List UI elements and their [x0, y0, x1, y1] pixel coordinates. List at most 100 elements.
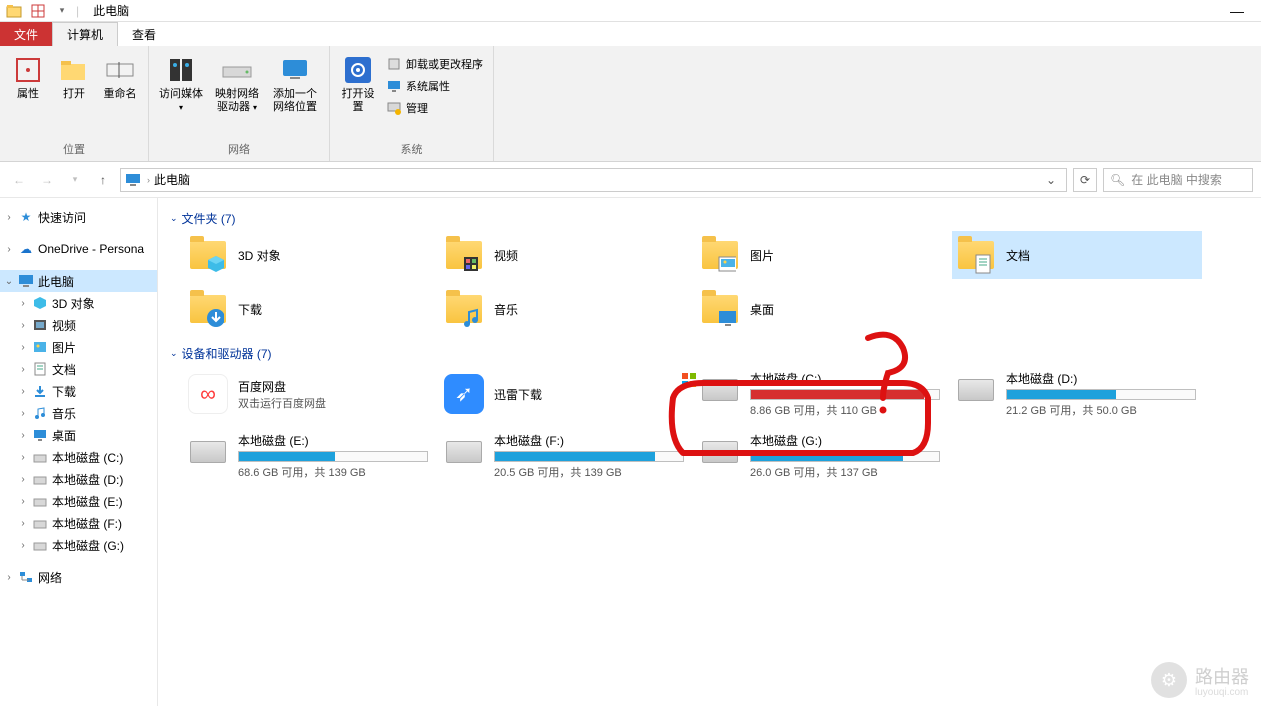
folder-item[interactable]: 图片 — [696, 231, 946, 279]
tree-node-icon — [32, 427, 48, 443]
tab-computer[interactable]: 计算机 — [52, 22, 118, 46]
qat-properties-icon[interactable] — [28, 2, 48, 20]
address-dropdown[interactable]: ⌄ — [1040, 173, 1062, 187]
drive-name: 本地磁盘 (C:) — [750, 370, 942, 387]
tree-item[interactable]: ›图片 — [0, 336, 157, 358]
folder-item[interactable]: 音乐 — [440, 285, 690, 333]
app-shortcut[interactable]: ∞百度网盘双击运行百度网盘 — [184, 366, 434, 422]
folder-icon — [700, 236, 740, 274]
ribbon-group-system: 打开设置 卸载或更改程序 系统属性 管理 系统 — [330, 46, 494, 161]
tree-item[interactable]: ›下载 — [0, 380, 157, 402]
rename-button[interactable]: 重命名 — [98, 52, 142, 103]
drive-usage-text: 26.0 GB 可用，共 137 GB — [750, 464, 942, 480]
tree-network[interactable]: ›网络 — [0, 566, 157, 588]
drive-usage-text: 68.6 GB 可用，共 139 GB — [238, 464, 430, 480]
manage-button[interactable]: 管理 — [386, 98, 483, 118]
uninstall-programs-button[interactable]: 卸载或更改程序 — [386, 54, 483, 74]
tree-item[interactable]: ›本地磁盘 (G:) — [0, 534, 157, 556]
drive-item[interactable]: 本地磁盘 (E:) 68.6 GB 可用，共 139 GB — [184, 428, 434, 484]
app-label: 百度网盘 — [238, 378, 326, 395]
uninstall-icon — [386, 56, 402, 72]
qat-dropdown-icon[interactable]: ▾ — [52, 2, 72, 20]
access-media-button[interactable]: 访问媒体 ▾ — [155, 52, 207, 116]
tree-item[interactable]: ›音乐 — [0, 402, 157, 424]
tree-item[interactable]: ›3D 对象 — [0, 292, 157, 314]
tree-item[interactable]: ›视频 — [0, 314, 157, 336]
properties-button[interactable]: 属性 — [6, 52, 50, 103]
folder-label: 视频 — [494, 247, 518, 264]
tree-quick-access[interactable]: ›★快速访问 — [0, 206, 157, 228]
router-icon: ⚙ — [1151, 662, 1187, 698]
separator: | — [76, 4, 79, 18]
folder-open-icon — [58, 54, 90, 86]
ribbon-group-label: 网络 — [155, 139, 323, 161]
app-sub: 双击运行百度网盘 — [238, 395, 326, 411]
tree-node-icon — [32, 339, 48, 355]
section-folders-header[interactable]: ⌄文件夹 (7) — [170, 206, 1249, 231]
ribbon: 属性 打开 重命名 位置 访问媒体 ▾ 映射网络驱动器 ▾ — [0, 46, 1261, 162]
gear-icon — [342, 54, 374, 86]
drive-item[interactable]: 本地磁盘 (C:)8.86 GB 可用，共 110 GB — [696, 366, 946, 422]
folder-item[interactable]: 3D 对象 — [184, 231, 434, 279]
minimize-button[interactable]: — — [1225, 2, 1249, 20]
tree-node-icon — [32, 405, 48, 421]
open-button[interactable]: 打开 — [52, 52, 96, 103]
map-drive-button[interactable]: 映射网络驱动器 ▾ — [209, 52, 265, 116]
search-icon: 🔍︎ — [1110, 173, 1125, 187]
titlebar: ▾ | 此电脑 — — [0, 0, 1261, 22]
media-stack-icon — [165, 54, 197, 86]
app-icon: ➶ — [444, 374, 484, 414]
tree-item[interactable]: ›本地磁盘 (D:) — [0, 468, 157, 490]
tree-item[interactable]: ›桌面 — [0, 424, 157, 446]
ribbon-group-label: 系统 — [336, 139, 487, 161]
tree-thispc[interactable]: ⌄此电脑 — [0, 270, 157, 292]
address-bar[interactable]: › 此电脑 ⌄ — [120, 168, 1067, 192]
add-network-location-button[interactable]: 添加一个网络位置 — [267, 52, 323, 116]
refresh-button[interactable]: ⟳ — [1073, 168, 1097, 192]
tree-item[interactable]: ›本地磁盘 (E:) — [0, 490, 157, 512]
tab-file[interactable]: 文件 — [0, 22, 52, 46]
drive-icon — [188, 432, 228, 472]
drive-name: 本地磁盘 (E:) — [238, 432, 430, 449]
search-box[interactable]: 🔍︎ 在 此电脑 中搜索 — [1103, 168, 1253, 192]
drive-name: 本地磁盘 (G:) — [750, 432, 942, 449]
folder-item[interactable]: 桌面 — [696, 285, 946, 333]
tree-node-icon — [32, 493, 48, 509]
qat-explorer-icon[interactable] — [4, 2, 24, 20]
drive-usage-bar — [750, 451, 940, 462]
drive-item[interactable]: 本地磁盘 (F:)20.5 GB 可用，共 139 GB — [440, 428, 690, 484]
drive-item[interactable]: 本地磁盘 (G:) 26.0 GB 可用，共 137 GB — [696, 428, 946, 484]
folder-item[interactable]: 下载 — [184, 285, 434, 333]
tree-onedrive[interactable]: ›☁OneDrive - Persona — [0, 238, 157, 260]
drive-item[interactable]: 本地磁盘 (D:)21.2 GB 可用，共 50.0 GB — [952, 366, 1202, 422]
drive-usage-bar — [1006, 389, 1196, 400]
folder-item[interactable]: 视频 — [440, 231, 690, 279]
up-button[interactable]: ↑ — [92, 169, 114, 191]
section-devices-header[interactable]: ⌄设备和驱动器 (7) — [170, 341, 1249, 366]
breadcrumb-root[interactable]: 此电脑 — [154, 171, 190, 188]
drive-usage-text: 21.2 GB 可用，共 50.0 GB — [1006, 402, 1198, 418]
open-settings-button[interactable]: 打开设置 — [336, 52, 380, 116]
monitor-globe-icon — [279, 54, 311, 86]
forward-button[interactable]: → — [36, 169, 58, 191]
tree-item[interactable]: ›本地磁盘 (C:) — [0, 446, 157, 468]
content-pane: ⌄文件夹 (7) 3D 对象 视频 图片 文档下载 音乐 桌面 ⌄设备和驱动器 (7) ∞… — [158, 198, 1261, 706]
recent-dropdown[interactable]: ▾ — [64, 169, 86, 191]
system-properties-button[interactable]: 系统属性 — [386, 76, 483, 96]
monitor-icon — [386, 78, 402, 94]
drive-usage-bar — [238, 451, 428, 462]
app-shortcut[interactable]: ➶迅雷下载 — [440, 366, 690, 422]
back-button[interactable]: ← — [8, 169, 30, 191]
watermark: ⚙ 路由器luyouqi.com — [1151, 662, 1249, 698]
properties-icon — [12, 54, 44, 86]
drive-network-icon — [221, 54, 253, 86]
folder-label: 下载 — [238, 301, 262, 318]
drive-icon — [700, 370, 740, 410]
tree-item[interactable]: ›文档 — [0, 358, 157, 380]
folder-label: 文档 — [1006, 247, 1030, 264]
folder-item[interactable]: 文档 — [952, 231, 1202, 279]
tab-view[interactable]: 查看 — [118, 22, 170, 46]
star-icon: ★ — [18, 209, 34, 225]
tree-item[interactable]: ›本地磁盘 (F:) — [0, 512, 157, 534]
folder-label: 音乐 — [494, 301, 518, 318]
